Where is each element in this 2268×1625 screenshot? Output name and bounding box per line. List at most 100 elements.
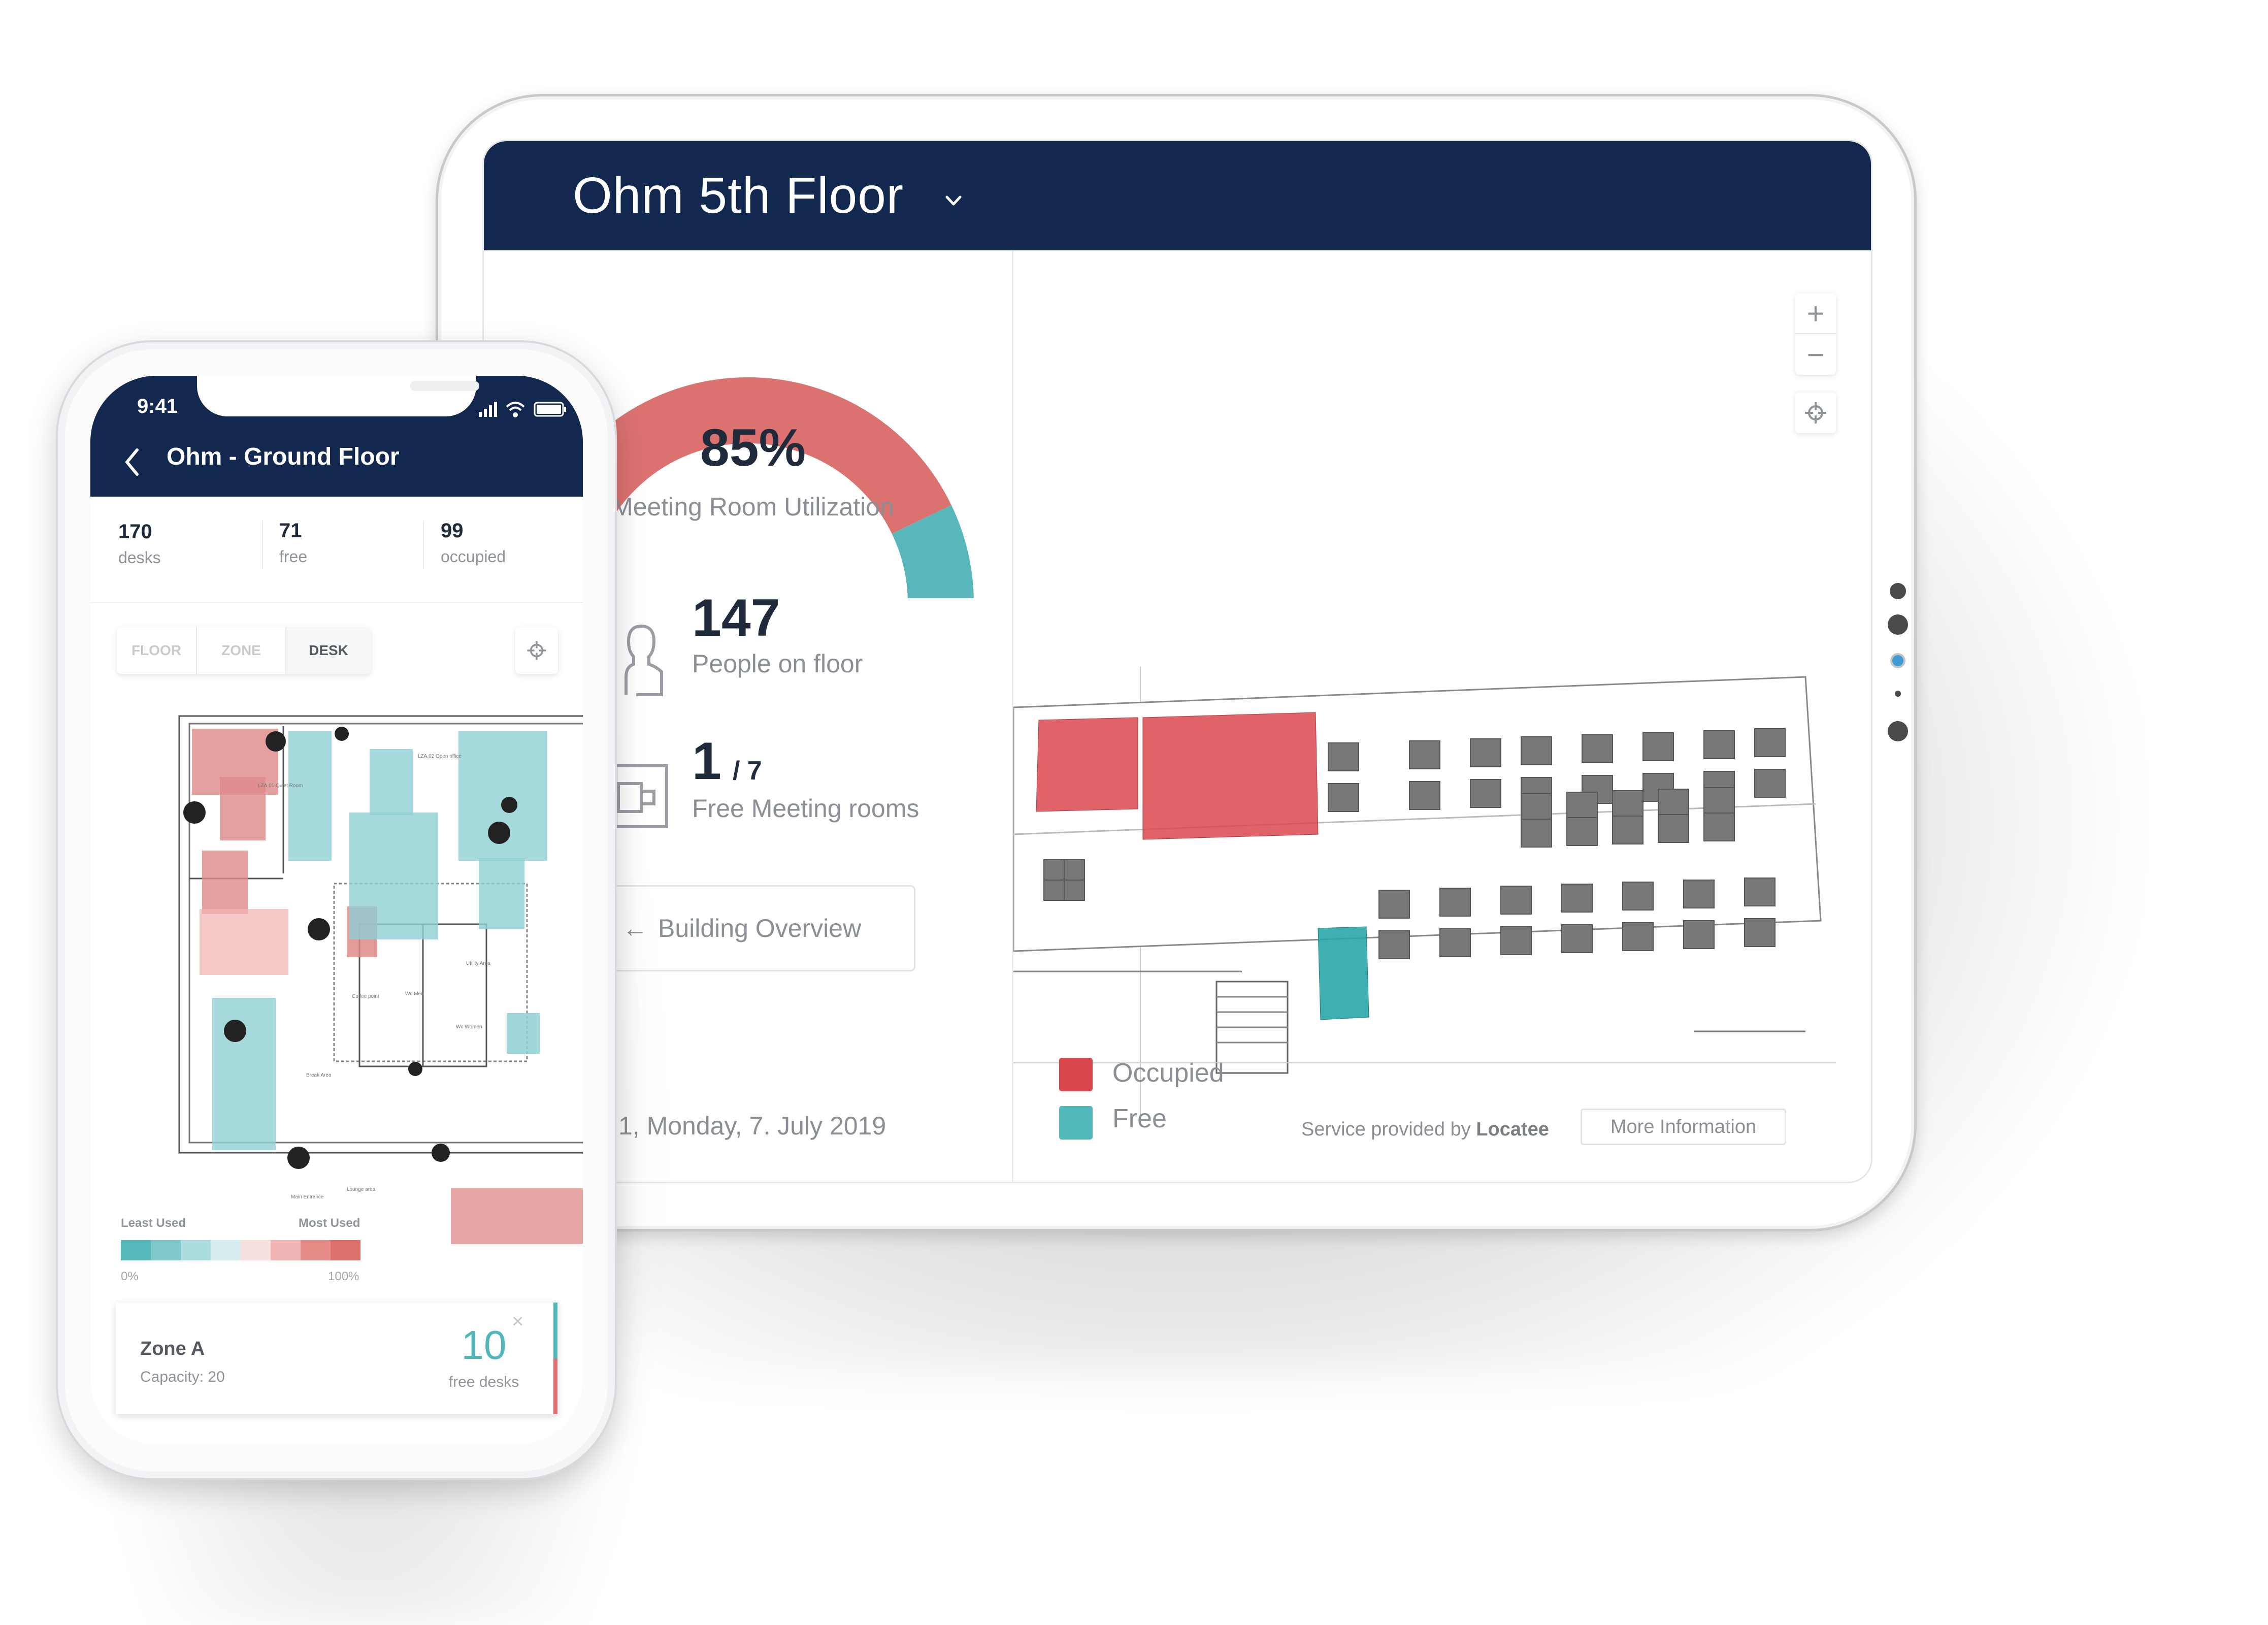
desk [1409,781,1440,810]
gauge-arc-free [892,505,974,598]
map-label-utility: Utility Area [466,961,490,966]
people-on-floor-label: People on floor [692,649,863,678]
heat-legend-least: Least Used [121,1216,186,1230]
view-mode-tabs: FLOOR ZONE DESK [117,627,371,674]
signal-icon [479,402,497,417]
desk [1754,769,1786,798]
desk [1378,930,1410,959]
heat-legend-swatch [271,1240,301,1260]
desk [1622,922,1654,951]
tablet-screen: Ohm 5th Floor 85% Meeting Room Utilizati… [482,140,1872,1183]
free-meeting-rooms-value: 1 [692,732,721,791]
phone-speaker [410,381,479,391]
tab-zone[interactable]: ZONE [197,627,286,674]
desk [1409,740,1440,769]
occupied-label: occupied [441,547,506,566]
heat-legend-swatch [241,1240,271,1260]
desk [1703,787,1735,816]
desk [1470,779,1501,808]
legend-occupied-swatch [1059,1058,1093,1091]
heat-legend-swatch [151,1240,181,1260]
desk [1622,882,1654,911]
free-zone [370,749,413,815]
close-icon[interactable]: × [512,1310,523,1333]
desk [1683,880,1715,908]
locate-button[interactable] [1795,393,1836,433]
occupied-count: 99 [441,519,464,542]
desk [1658,814,1689,843]
tab-floor[interactable]: FLOOR [117,627,197,674]
free-zone [212,998,276,1150]
desk [1642,732,1674,761]
chevron-left-icon[interactable] [122,447,142,477]
free-zone [349,812,438,939]
desk [1566,792,1598,821]
zone-name: Zone A [140,1338,205,1359]
desk [1566,817,1598,846]
zoom-controls: + − [1795,294,1836,375]
heat-legend-swatch [181,1240,211,1260]
phone-screen: 9:41 Ohm - Ground Floor 170 desks 71 fre… [90,376,583,1445]
free-zone [479,858,524,929]
map-label-entrance: Main Entrance [291,1194,324,1200]
desk [1328,783,1359,812]
zoom-in-button[interactable]: + [1795,294,1836,334]
zone-free-desks-label: free desks [448,1374,519,1390]
chevron-down-icon[interactable] [941,188,966,213]
map-label-open-office: LZA.02 Open office [418,754,462,759]
battery-icon [534,402,566,417]
desk [1064,859,1085,881]
desk [1561,924,1593,953]
floor-map[interactable]: + − [1013,250,1871,1182]
desk [1744,918,1776,947]
tablet-sensor [1890,583,1906,599]
heat-legend-swatch [211,1240,241,1260]
status-icons [479,402,566,417]
occupied-zone [202,851,248,914]
phone-floor-map[interactable]: LZA.01 Quiet Room LZA.02 Open office Uti… [174,711,583,1244]
desk [1744,878,1776,906]
heat-legend-swatch [301,1240,331,1260]
zone-capacity: Capacity: 20 [140,1369,225,1385]
desk [1064,880,1085,901]
free-count: 71 [279,519,302,542]
desk [1521,793,1552,822]
tablet-camera [1892,655,1903,666]
phone-locate-button[interactable] [515,627,558,674]
phone-header: 9:41 Ohm - Ground Floor [90,376,583,497]
occupied-room [1142,712,1319,840]
map-label-wc-women: Wc Women [456,1024,482,1030]
legend-free-label: Free [1112,1104,1167,1133]
desk [1683,920,1715,949]
map-label-wc-men: Wc Men [405,991,424,997]
desk [1612,816,1644,844]
floor-title[interactable]: Ohm 5th Floor [573,167,904,225]
occupied-zone [200,909,288,975]
desk [1470,738,1501,767]
free-room [1318,926,1369,1020]
map-label-lounge: Lounge area [347,1187,376,1192]
people-on-floor-value: 147 [692,589,780,647]
crosshair-icon [1805,402,1826,424]
more-information-button[interactable]: More Information [1581,1109,1786,1145]
heat-legend-most: Most Used [299,1216,360,1230]
occupied-room [1036,717,1138,812]
heat-legend-swatch [331,1240,360,1260]
meeting-rooms-total: / 7 [733,756,762,786]
map-label-break: Break Area [306,1072,332,1078]
stats-divider [90,602,583,603]
legend-occupied-label: Occupied [1112,1058,1224,1088]
desk [1328,742,1359,771]
tab-desk[interactable]: DESK [286,627,371,674]
crosshair-icon [527,641,546,660]
desk [1439,888,1471,917]
occupied-zone [451,1188,583,1244]
utilization-value: 85% [700,418,806,477]
floorplan-drawing [1013,667,1836,1124]
desk [1500,926,1532,955]
service-provider-text: Service provided by Locatee [1301,1119,1549,1141]
heat-legend-max: 100% [328,1270,359,1283]
zone-card[interactable]: Zone A Capacity: 20 10 free desks × [116,1303,557,1414]
zoom-out-button[interactable]: − [1795,334,1836,375]
map-label-quiet-room: LZA.01 Quiet Room [258,783,303,789]
